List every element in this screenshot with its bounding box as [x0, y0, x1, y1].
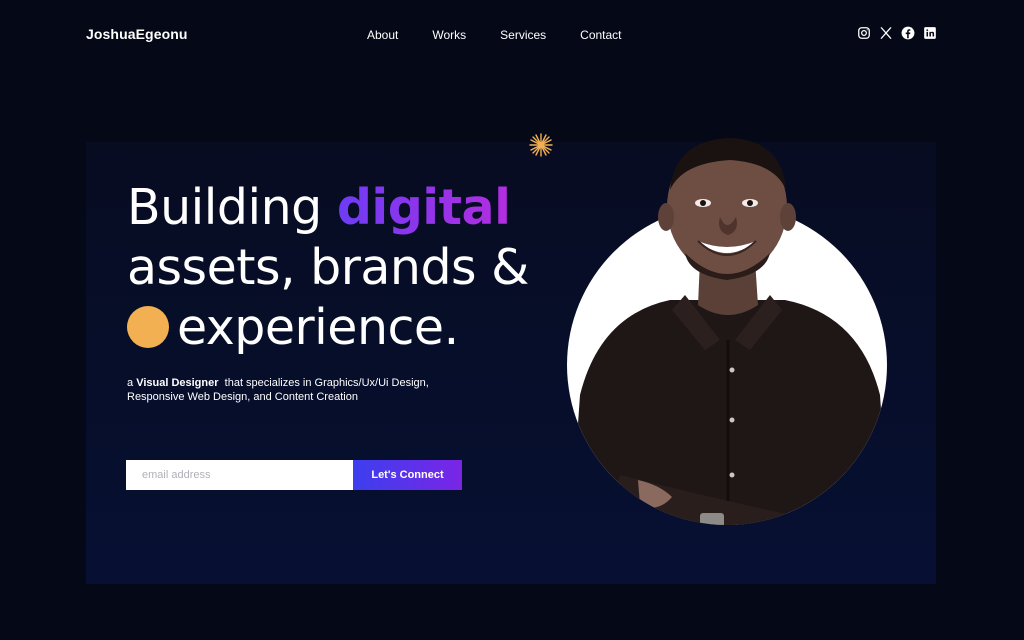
headline-line-2: assets, brands &	[127, 239, 529, 296]
sparkle-icon	[529, 133, 553, 157]
facebook-icon[interactable]	[901, 26, 915, 40]
brand-logo[interactable]: JoshuaEgeonu	[86, 26, 188, 42]
subtitle-role: Visual Designer	[136, 377, 219, 389]
linkedin-icon[interactable]	[923, 26, 937, 40]
connect-form: Let's Connect	[126, 460, 462, 490]
orange-dot	[127, 306, 169, 348]
hero-headline: Building digital assets, brands & experi…	[127, 178, 567, 358]
headline-line-3-text: experience.	[177, 299, 459, 356]
connect-button[interactable]: Let's Connect	[353, 460, 462, 490]
main-nav: About Works Services Contact	[367, 28, 622, 42]
nav-link-about[interactable]: About	[367, 28, 398, 42]
landing-page: JoshuaEgeonu About Works Services Contac…	[0, 0, 1024, 640]
email-input[interactable]	[126, 460, 353, 490]
headline-prefix: Building	[127, 179, 322, 236]
headline-highlight: digital	[336, 179, 511, 236]
nav-link-services[interactable]: Services	[500, 28, 546, 42]
subtitle-text-2: Responsive Web Design, and Content Creat…	[127, 391, 358, 403]
headline-line-1: Building digital	[127, 178, 567, 238]
instagram-icon[interactable]	[857, 26, 871, 40]
x-icon[interactable]	[879, 26, 893, 40]
nav-link-contact[interactable]: Contact	[580, 28, 621, 42]
subtitle-prefix: a	[127, 377, 134, 389]
subtitle-text-1: that specializes in Graphics/Ux/Ui Desig…	[224, 377, 429, 389]
hero-subtitle: a Visual Designer that specializes in Gr…	[127, 376, 487, 404]
social-links	[857, 26, 937, 40]
headline-line-3: experience.	[127, 298, 567, 358]
portrait-photo	[567, 138, 887, 525]
nav-link-works[interactable]: Works	[432, 28, 466, 42]
